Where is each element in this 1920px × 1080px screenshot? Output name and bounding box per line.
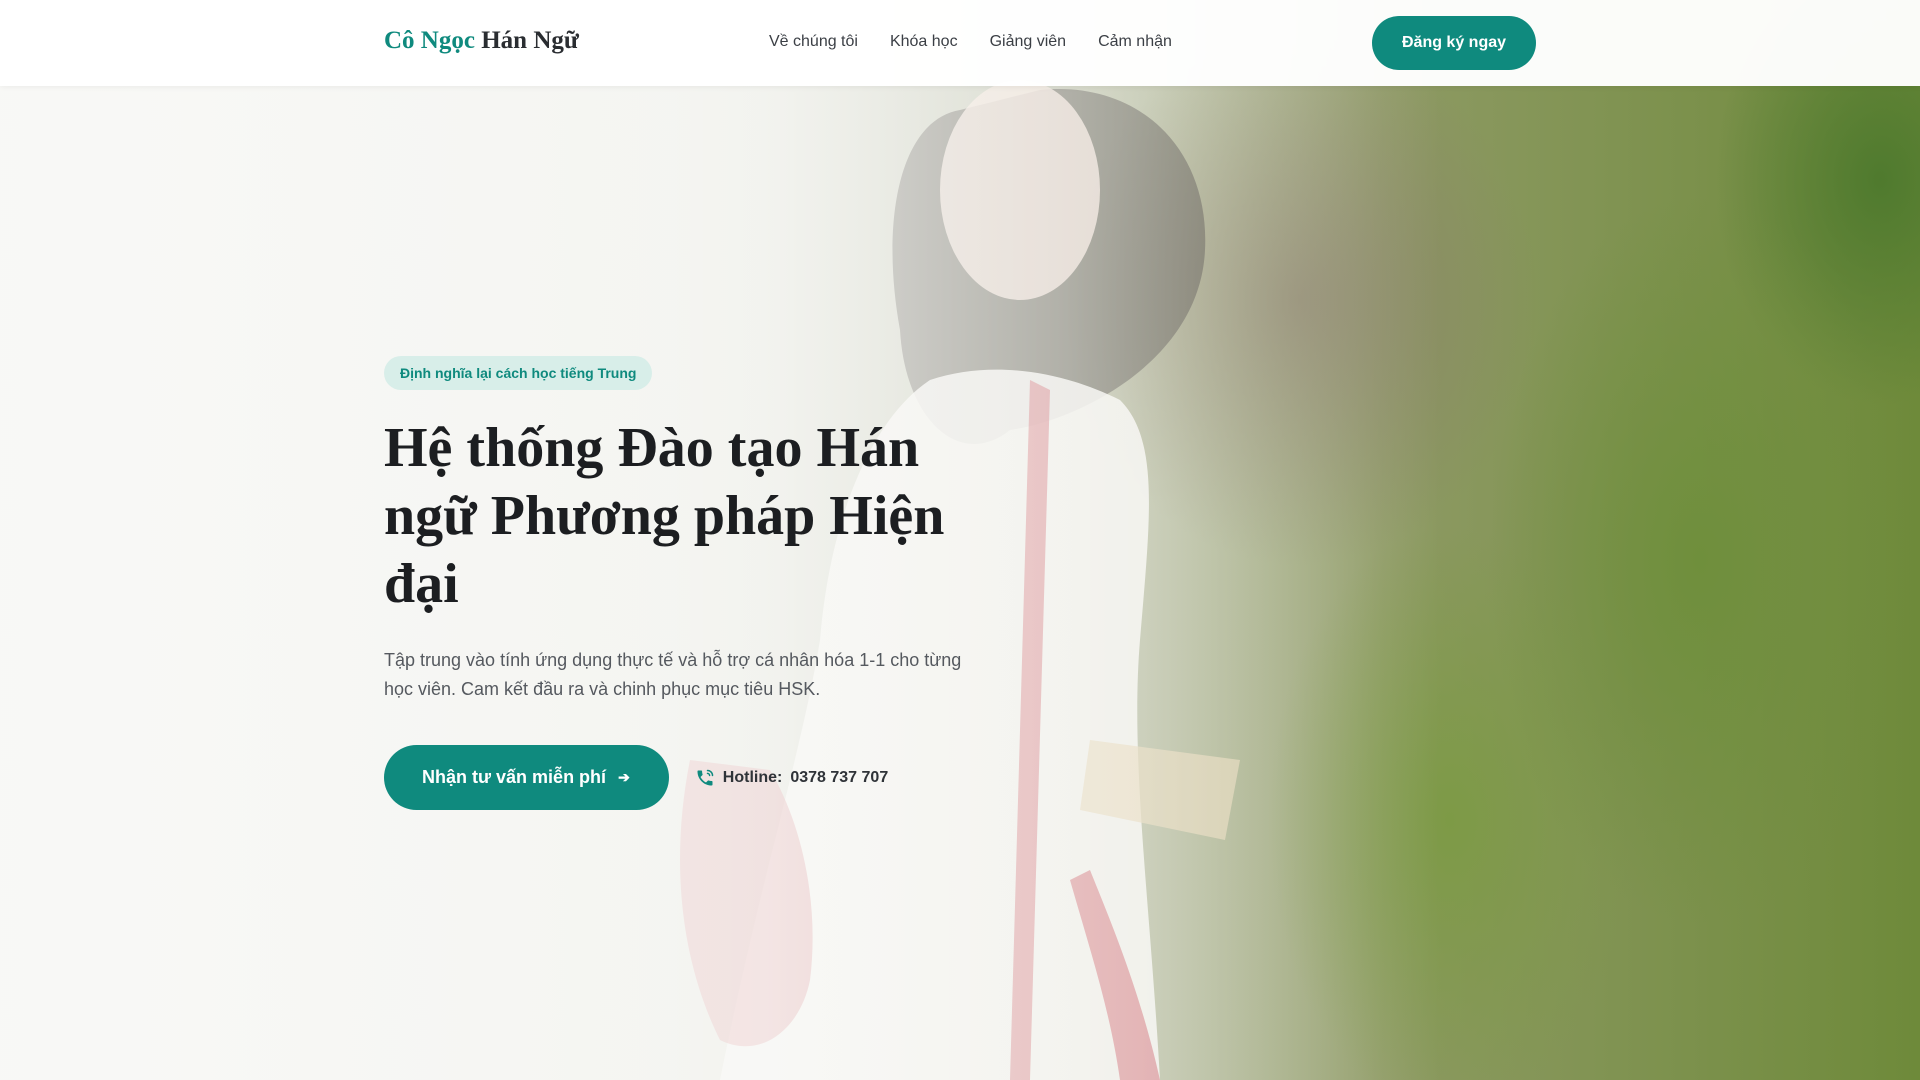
arrow-right-icon: ➔ (618, 769, 630, 785)
logo-main-text: Hán Ngữ (481, 27, 579, 54)
register-now-button[interactable]: Đăng ký ngay (1372, 16, 1536, 70)
free-consultation-button[interactable]: Nhận tư vấn miễn phí ➔ (384, 745, 669, 810)
hero-badge: Định nghĩa lại cách học tiếng Trung (384, 356, 653, 390)
top-navbar: Cô Ngọc Hán Ngữ Về chúng tôi Khóa học Gi… (0, 0, 1920, 86)
nav-item-testimonials[interactable]: Cảm nhận (1098, 33, 1172, 51)
site-logo[interactable]: Cô Ngọc Hán Ngữ (384, 27, 579, 55)
logo-accent-text: Cô Ngọc (384, 27, 475, 54)
nav-item-teachers[interactable]: Giảng viên (990, 33, 1067, 51)
hotline-label: Hotline: (722, 768, 783, 786)
nav-item-courses[interactable]: Khóa học (890, 33, 958, 51)
main-nav: Về chúng tôi Khóa học Giảng viên Cảm nhậ… (769, 33, 1172, 51)
hotline[interactable]: Hotline: 0378 737 707 (695, 768, 888, 788)
phone-icon (697, 769, 714, 785)
hero-actions: Nhận tư vấn miễn phí ➔ Hotline: 0378 737… (384, 745, 1004, 810)
hero-content: Định nghĩa lại cách học tiếng Trung Hệ t… (384, 356, 1004, 810)
hero-title: Hệ thống Đào tạo Hán ngữ Phương pháp Hiệ… (384, 417, 945, 615)
free-consultation-label: Nhận tư vấn miễn phí (422, 767, 607, 787)
hero-description: Tập trung vào tính ứng dụng thực tế và h… (384, 650, 962, 699)
hotline-number: 0378 737 707 (790, 768, 889, 786)
nav-item-about[interactable]: Về chúng tôi (769, 33, 858, 51)
